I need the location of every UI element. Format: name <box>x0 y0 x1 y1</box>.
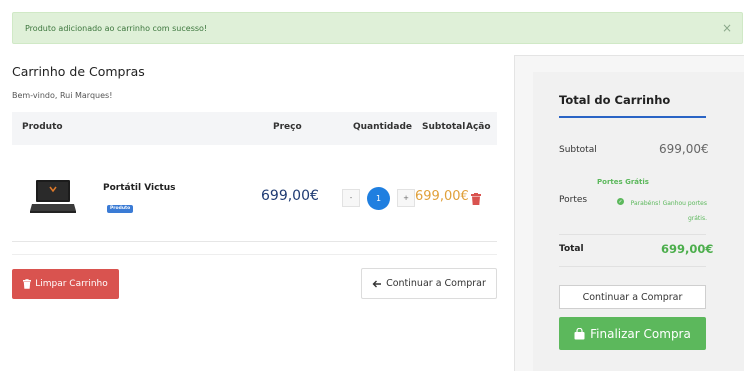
free-shipping-label: Portes Grátis <box>597 178 649 186</box>
continue-shopping-label: Continuar a Comprar <box>386 278 486 289</box>
summary-subtotal-value: 699,00€ <box>659 142 709 156</box>
laptop-image <box>30 180 76 213</box>
column-action: Ação <box>466 122 491 132</box>
decrease-quantity-button[interactable]: - <box>342 189 360 207</box>
column-price: Preço <box>273 122 302 132</box>
summary-shipping-label: Portes <box>559 195 588 205</box>
continue-shopping-button[interactable]: Continuar a Comprar <box>361 268 497 299</box>
product-price: 699,00€ <box>261 188 319 204</box>
trash-icon[interactable] <box>471 193 481 205</box>
increase-quantity-button[interactable]: + <box>397 189 415 207</box>
summary-title-underline <box>559 116 706 118</box>
summary-total-value: 699,00€ <box>661 242 714 256</box>
summary-title: Total do Carrinho <box>559 93 671 107</box>
column-quantity: Quantidade <box>353 122 412 132</box>
arrow-left-icon <box>372 280 382 287</box>
checkout-label: Finalizar Compra <box>590 326 691 341</box>
product-badge: Produto <box>107 205 134 213</box>
welcome-text: Bem-vindo, Rui Marques! <box>12 91 113 100</box>
success-alert: Produto adicionado ao carrinho com suces… <box>12 12 743 44</box>
trash-icon <box>23 279 32 289</box>
summary-divider <box>559 266 706 267</box>
summary-continue-shopping-button[interactable]: Continuar a Comprar <box>559 285 706 309</box>
summary-total-label: Total <box>559 244 584 254</box>
column-product: Produto <box>22 122 63 132</box>
clear-cart-button[interactable]: Limpar Carrinho <box>12 269 119 299</box>
row-divider <box>12 241 497 242</box>
summary-subtotal-label: Subtotal <box>559 145 597 155</box>
quantity-value[interactable]: 1 <box>367 187 390 210</box>
alert-message: Produto adicionado ao carrinho com suces… <box>25 23 208 33</box>
close-icon[interactable]: × <box>722 21 732 35</box>
cart-table-header: Produto Preço Quantidade Subtotal Ação <box>12 112 497 145</box>
shopping-bag-icon <box>574 327 585 339</box>
free-shipping-message: Parabéns! Ganhou portes grátis. <box>630 200 707 222</box>
product-name[interactable]: Portátil Victus <box>103 183 176 193</box>
row-divider <box>12 254 497 255</box>
product-subtotal: 699,00€ <box>415 189 469 204</box>
column-subtotal: Subtotal <box>422 122 466 132</box>
checkout-button[interactable]: Finalizar Compra <box>559 317 706 350</box>
summary-divider <box>559 234 706 235</box>
clear-cart-label: Limpar Carrinho <box>35 279 108 289</box>
page-title: Carrinho de Compras <box>12 64 145 79</box>
